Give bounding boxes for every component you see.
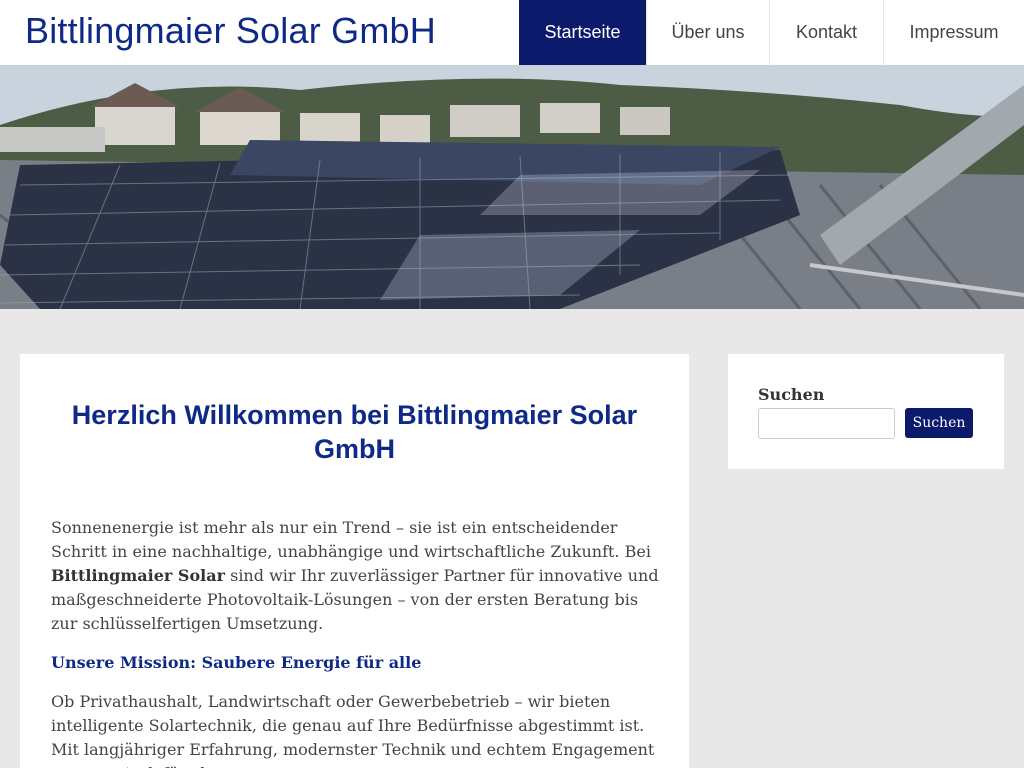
- hero-image: [0, 65, 1024, 309]
- sidebar-search-widget: Suchen Suchen: [728, 354, 1004, 469]
- nav-item-impressum[interactable]: Impressum: [883, 0, 1024, 65]
- site-header: Bittlingmaier Solar GmbH Startseite Über…: [0, 0, 1024, 65]
- site-title[interactable]: Bittlingmaier Solar GmbH: [25, 10, 436, 52]
- search-button[interactable]: Suchen: [905, 408, 973, 438]
- search-input[interactable]: [758, 408, 895, 439]
- intro-company-name: Bittlingmaier Solar: [51, 566, 226, 585]
- main-content: Herzlich Willkommen bei Bittlingmaier So…: [20, 354, 689, 768]
- intro-text-start: Sonnenenergie ist mehr als nur ein Trend…: [51, 518, 651, 561]
- mission-paragraph: Ob Privathaushalt, Landwirtschaft oder G…: [51, 692, 655, 768]
- search-label: Suchen: [758, 385, 825, 404]
- hero-solar-roof-illustration: [0, 65, 1024, 309]
- page-title: Herzlich Willkommen bei Bittlingmaier So…: [71, 400, 638, 464]
- nav-item-ueber-uns[interactable]: Über uns: [646, 0, 769, 65]
- mission-heading: Unsere Mission: Saubere Energie für alle: [51, 653, 422, 672]
- intro-paragraph: Sonnenenergie ist mehr als nur ein Trend…: [51, 516, 666, 636]
- nav-item-startseite[interactable]: Startseite: [519, 0, 646, 65]
- main-nav: Startseite Über uns Kontakt Impressum: [519, 0, 1024, 65]
- nav-item-kontakt[interactable]: Kontakt: [769, 0, 883, 65]
